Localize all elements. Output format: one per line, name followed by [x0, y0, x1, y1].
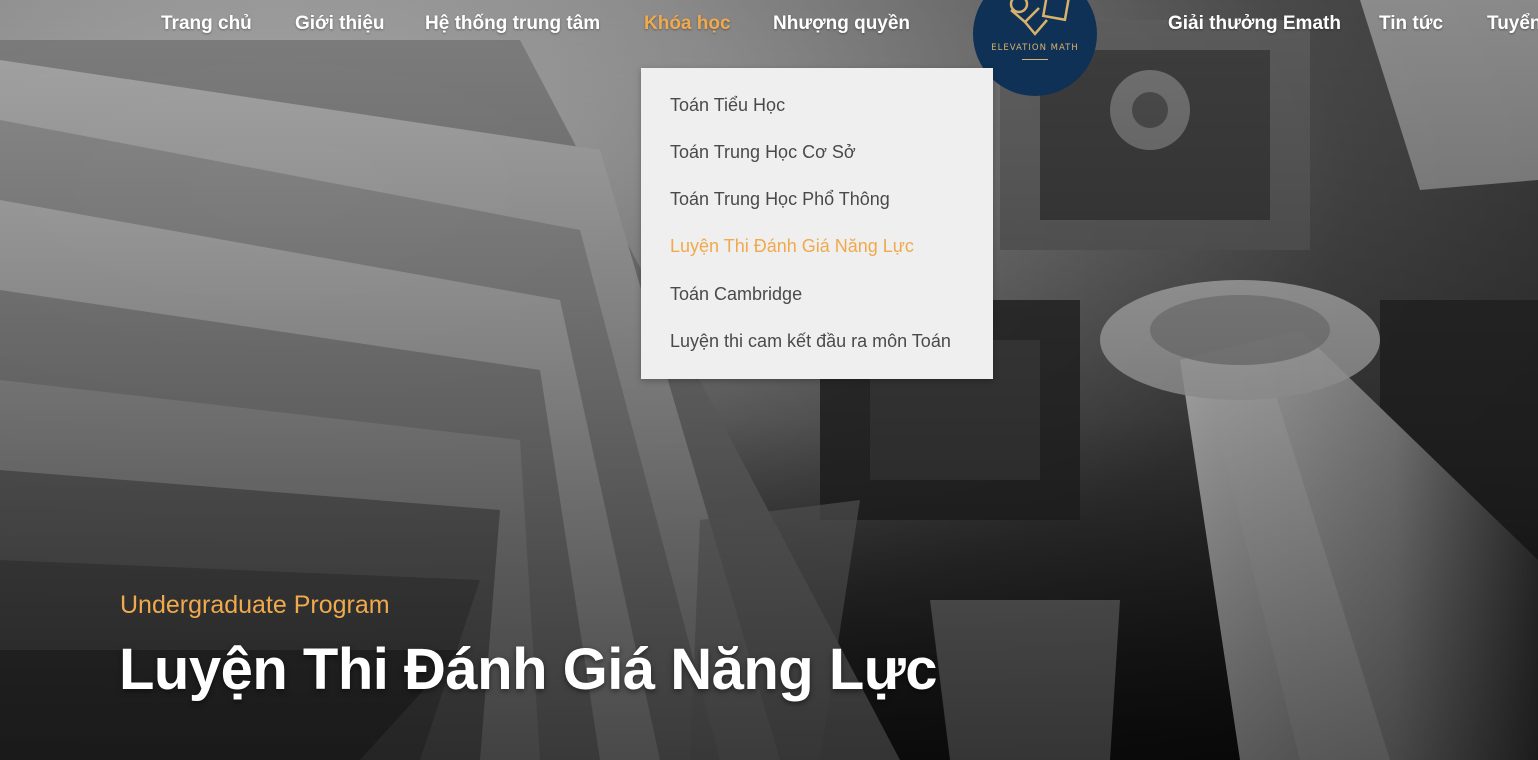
- nav-item-franchise[interactable]: Nhượng quyền: [773, 13, 910, 35]
- courses-dropdown-menu: Toán Tiểu Học Toán Trung Học Cơ Sở Toán …: [641, 68, 993, 379]
- nav-item-recruitment[interactable]: Tuyển: [1487, 13, 1538, 35]
- logo-underline: [1022, 59, 1048, 60]
- nav-item-about[interactable]: Giới thiệu: [295, 13, 385, 35]
- logo-text: ELEVATION MATH: [991, 43, 1079, 53]
- dropdown-item-secondary-math[interactable]: Toán Trung Học Cơ Sở: [670, 142, 856, 163]
- nav-item-centers[interactable]: Hệ thống trung tâm: [425, 13, 600, 35]
- nav-item-awards[interactable]: Giải thưởng Emath: [1168, 13, 1341, 35]
- dropdown-item-guaranteed-output[interactable]: Luyện thi cam kết đầu ra môn Toán: [670, 331, 951, 352]
- hero-title: Luyện Thi Đánh Giá Năng Lực: [119, 637, 938, 702]
- hero-subtitle: Undergraduate Program: [120, 591, 390, 619]
- dropdown-item-primary-math[interactable]: Toán Tiểu Học: [670, 95, 785, 116]
- nav-item-home[interactable]: Trang chủ: [161, 13, 252, 35]
- dropdown-item-high-school-math[interactable]: Toán Trung Học Phổ Thông: [670, 189, 890, 210]
- nav-item-news[interactable]: Tin tức: [1379, 13, 1443, 35]
- nav-item-courses[interactable]: Khóa học: [644, 13, 731, 35]
- dropdown-item-aptitude-test[interactable]: Luyện Thi Đánh Giá Năng Lực: [670, 236, 914, 257]
- dropdown-item-cambridge-math[interactable]: Toán Cambridge: [670, 284, 802, 305]
- main-navigation: Trang chủ Giới thiệu Hệ thống trung tâm …: [0, 0, 1538, 96]
